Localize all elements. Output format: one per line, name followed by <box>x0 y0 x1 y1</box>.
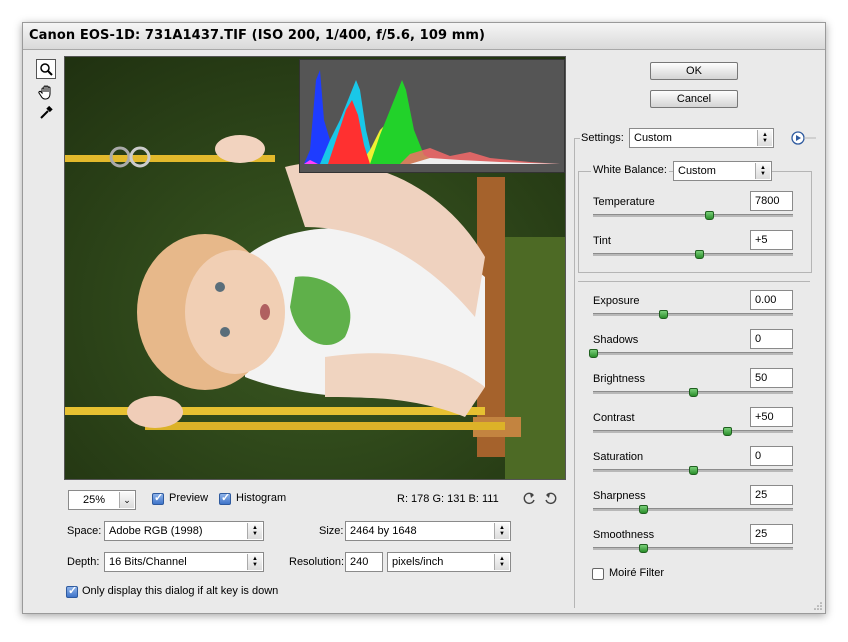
temperature-slider-track[interactable] <box>593 214 793 217</box>
adjust-separator <box>578 281 810 282</box>
space-label: Space: <box>67 525 102 537</box>
space-value: Adobe RGB (1998) <box>109 525 203 537</box>
brightness-input[interactable]: 50 <box>750 368 793 388</box>
slider-label-saturation: Saturation <box>593 451 644 463</box>
stepper-arrows-icon: ▲ ▼ <box>755 163 770 179</box>
chevron-down-icon: ⌄ <box>119 492 134 508</box>
rotate-right-button[interactable] <box>543 490 559 509</box>
rotate-left-button[interactable] <box>521 490 537 509</box>
tint-input[interactable]: +5 <box>750 230 793 250</box>
resize-grip-icon[interactable] <box>813 601 823 611</box>
exposure-value: 0.00 <box>755 294 777 306</box>
slider-label-temperature: Temperature <box>593 196 655 208</box>
eyedropper-icon <box>40 105 53 119</box>
resolution-value: 240 <box>350 556 369 568</box>
depth-select[interactable]: 16 Bits/Channel ▲ ▼ <box>104 552 264 572</box>
resolution-unit-value: pixels/inch <box>392 556 444 568</box>
slider-label-brightness: Brightness <box>593 373 645 385</box>
slider-label-contrast: Contrast <box>593 412 635 424</box>
shadows-slider-track[interactable] <box>593 352 793 355</box>
resolution-input[interactable]: 240 <box>345 552 383 572</box>
tint-value: +5 <box>755 234 768 246</box>
white-balance-select[interactable]: Custom ▲ ▼ <box>673 161 772 181</box>
histogram-label: Histogram <box>236 492 287 504</box>
zoom-tool-button[interactable] <box>36 59 56 79</box>
stepper-arrows-icon: ▲ ▼ <box>247 554 262 570</box>
depth-label: Depth: <box>67 556 100 568</box>
brightness-value: 50 <box>755 372 768 384</box>
sharpness-input[interactable]: 25 <box>750 485 793 505</box>
slider-label-sharpness: Sharpness <box>593 490 646 502</box>
slider-label-exposure: Exposure <box>593 295 640 307</box>
white-balance-label: White Balance: <box>591 164 669 176</box>
sharpness-value: 25 <box>755 489 768 501</box>
hand-tool-button[interactable] <box>36 82 56 102</box>
slider-label-smoothness: Smoothness <box>593 529 655 541</box>
size-label: Size: <box>319 525 344 537</box>
contrast-input[interactable]: +50 <box>750 407 793 427</box>
rotate-right-icon <box>545 492 557 505</box>
window-title: Canon EOS-1D: 731A1437.TIF (ISO 200, 1/4… <box>29 28 486 43</box>
depth-value: 16 Bits/Channel <box>109 556 187 568</box>
rgb-readout: R: 178 G: 131 B: 111 <box>397 493 499 505</box>
stepper-arrows-icon: ▲ ▼ <box>494 554 509 570</box>
rotate-left-icon <box>523 492 535 505</box>
slider-label-shadows: Shadows <box>593 334 639 346</box>
space-select[interactable]: Adobe RGB (1998) ▲ ▼ <box>104 521 264 541</box>
white-balance-value: Custom <box>678 165 716 177</box>
temperature-input[interactable]: 7800 <box>750 191 793 211</box>
sharpness-slider-track[interactable] <box>593 508 793 511</box>
temperature-value: 7800 <box>755 195 780 207</box>
slider-label-tint: Tint <box>593 235 611 247</box>
zoom-level-value: 25% <box>83 494 106 506</box>
magnifier-icon <box>40 63 53 76</box>
histogram-panel <box>299 59 565 173</box>
alt-key-label: Only display this dialog if alt key is d… <box>82 585 279 597</box>
moire-filter-label: Moiré Filter <box>609 567 665 579</box>
stepper-arrows-icon: ▲ ▼ <box>494 523 509 539</box>
preview-label: Preview <box>169 492 209 504</box>
alt-key-checkbox[interactable] <box>66 584 78 598</box>
histogram-graph <box>300 60 564 172</box>
contrast-value: +50 <box>755 411 774 423</box>
size-select[interactable]: 2464 by 1648 ▲ ▼ <box>345 521 511 541</box>
moire-filter-checkbox[interactable] <box>592 568 604 580</box>
exposure-slider-track[interactable] <box>593 313 793 316</box>
camera-raw-dialog: Canon EOS-1D: 731A1437.TIF (ISO 200, 1/4… <box>22 22 826 614</box>
cancel-button[interactable]: Cancel <box>650 90 738 108</box>
zoom-level-select[interactable]: 25% ⌄ <box>68 490 136 510</box>
smoothness-value: 25 <box>755 528 768 540</box>
ok-button[interactable]: OK <box>650 62 738 80</box>
smoothness-input[interactable]: 25 <box>750 524 793 544</box>
stepper-arrows-icon: ▲ ▼ <box>247 523 262 539</box>
size-value: 2464 by 1648 <box>350 525 417 537</box>
exposure-input[interactable]: 0.00 <box>750 290 793 310</box>
settings-separator <box>574 138 580 139</box>
resolution-label: Resolution: <box>289 556 345 568</box>
saturation-input[interactable]: 0 <box>750 446 793 466</box>
preview-checkbox[interactable] <box>152 491 164 505</box>
histogram-checkbox[interactable] <box>219 491 231 505</box>
shadows-value: 0 <box>755 333 762 345</box>
title-bar: Canon EOS-1D: 731A1437.TIF (ISO 200, 1/4… <box>23 23 825 50</box>
white-balance-tool-button[interactable] <box>36 103 56 123</box>
hand-icon <box>38 85 51 100</box>
resolution-unit-select[interactable]: pixels/inch ▲ ▼ <box>387 552 511 572</box>
contrast-slider-track[interactable] <box>593 430 793 433</box>
smoothness-slider-track[interactable] <box>593 547 793 550</box>
saturation-value: 0 <box>755 450 762 462</box>
tint-slider-track[interactable] <box>593 253 793 256</box>
shadows-input[interactable]: 0 <box>750 329 793 349</box>
